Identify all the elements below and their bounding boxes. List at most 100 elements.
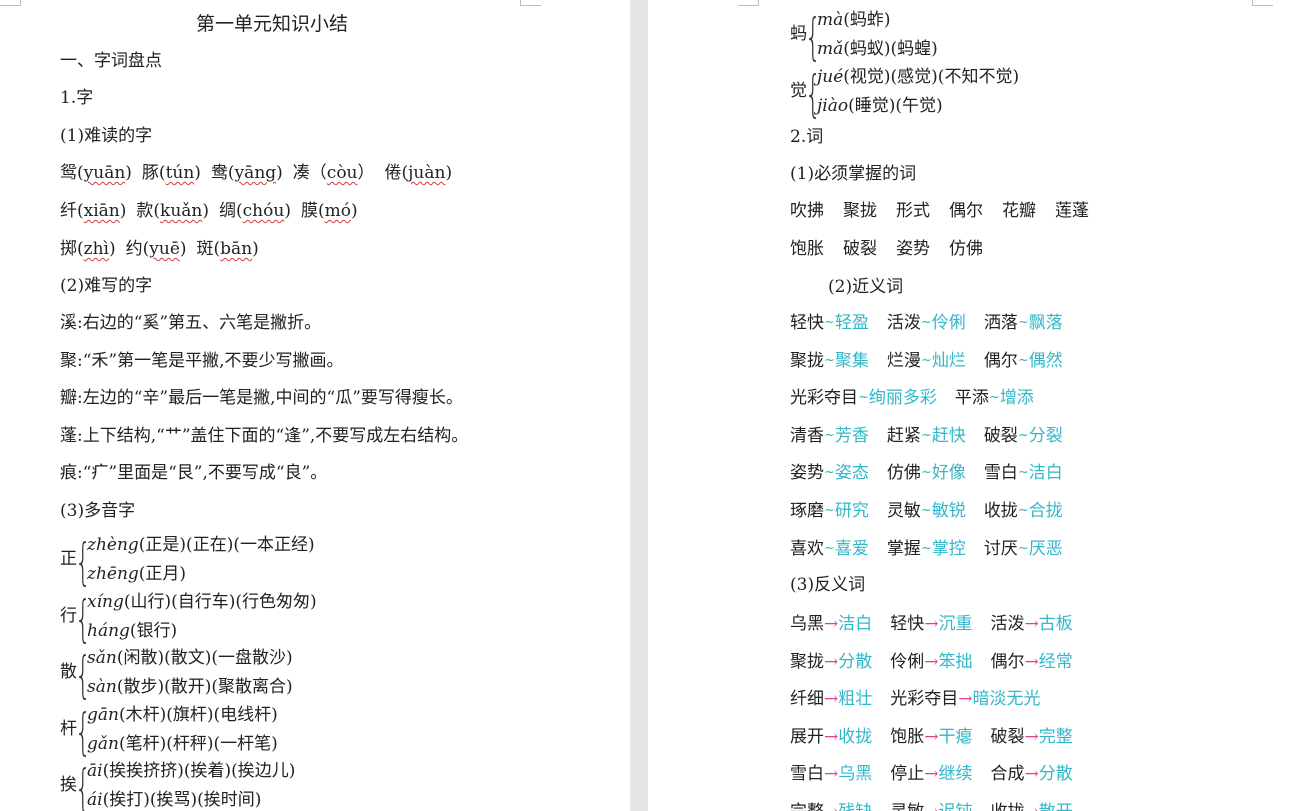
hard-read-item: 款(kuǎn) bbox=[136, 201, 209, 221]
word-pair: 偶尔→经常 bbox=[991, 652, 1073, 672]
pinyin-text: kuǎn bbox=[160, 201, 203, 221]
word-pair: 轻快~轻盈 bbox=[790, 313, 869, 333]
arrow-symbol: → bbox=[924, 764, 939, 785]
word-pair: 光彩夺目~绚丽多彩 bbox=[790, 388, 937, 408]
part-heading: (1)必须掌握的词 bbox=[790, 164, 917, 184]
word-text: 活泼 bbox=[990, 614, 1025, 634]
arrow-symbol: → bbox=[1024, 614, 1039, 634]
arrow-symbol: → bbox=[1024, 726, 1039, 747]
related-word-text: 古板 bbox=[1038, 614, 1073, 634]
tilde-symbol: ~ bbox=[824, 352, 835, 368]
tilde-symbol: ~ bbox=[824, 315, 835, 330]
pinyin-text: xíng bbox=[87, 591, 124, 612]
reading-row: jiào(睡觉)(午觉) bbox=[817, 95, 943, 117]
word-item: 仿佛 bbox=[949, 238, 983, 259]
reading-row: āi(挨挨挤挤)(挨着)(挨边儿) bbox=[87, 760, 295, 782]
word-pair: 平添~增添 bbox=[955, 388, 1034, 408]
related-word-text: 洁白 bbox=[1028, 463, 1063, 484]
reading-row: ái(挨打)(挨骂)(挨时间) bbox=[87, 789, 261, 811]
part-heading: (1)难读的字 bbox=[60, 126, 153, 146]
word-pair: 破裂~分裂 bbox=[984, 426, 1063, 446]
word-item: 聚拢 bbox=[843, 201, 877, 221]
paren-text: ） bbox=[357, 163, 375, 183]
pinyin-text: xiān bbox=[83, 201, 120, 221]
reading-row: sàn(散步)(散开)(聚散离合) bbox=[87, 676, 293, 698]
tilde-symbol: ~ bbox=[1017, 540, 1029, 556]
related-word-text: 残缺 bbox=[838, 802, 872, 811]
related-word-text: 乌黑 bbox=[838, 764, 873, 785]
pair-row: 乌黑→洁白 轻快→沉重 活泼→古板 bbox=[790, 613, 1091, 635]
word-pair: 停止→继续 bbox=[890, 764, 972, 784]
hard-read-item: 倦(juàn) bbox=[385, 163, 453, 183]
part-heading: (2)近义词 bbox=[828, 277, 904, 297]
crop-mark bbox=[0, 0, 21, 6]
related-word-text: 增添 bbox=[999, 388, 1034, 409]
related-word-text: 姿态 bbox=[834, 463, 869, 484]
pair-row: 雪白→乌黑 停止→继续 合成→分散 bbox=[790, 763, 1091, 785]
related-word-text: 散开 bbox=[1039, 802, 1073, 811]
polyphone-group: 正{zhèng(正是)(正在)(一本正经) zhēng(正月) bbox=[60, 534, 440, 592]
tilde-symbol: ~ bbox=[1017, 352, 1029, 368]
pair-row: 聚拢→分散 伶俐→笨拙 偶尔→经常 bbox=[790, 651, 1091, 673]
word-text: 琢磨 bbox=[790, 501, 824, 521]
word-text: 伶俐 bbox=[890, 651, 925, 672]
arrow-symbol: → bbox=[824, 651, 839, 672]
page-gutter bbox=[630, 0, 648, 811]
word-text: 偶尔 bbox=[983, 350, 1018, 371]
char-text: 斑( bbox=[196, 239, 221, 259]
related-word-text: 赶快 bbox=[931, 425, 966, 446]
polyphone-group: 觉{jué(视觉)(感觉)(不知不觉) jiào(睡觉)(午觉) bbox=[790, 66, 1170, 124]
arrow-symbol: → bbox=[924, 802, 938, 811]
hard-read-item: 斑(bān) bbox=[197, 239, 259, 259]
pinyin-text: mà bbox=[817, 10, 844, 30]
related-word-text: 分裂 bbox=[1028, 425, 1063, 446]
word-row: 吹拂 聚拢 形式 偶尔 花瓣 莲蓬 bbox=[790, 200, 1108, 222]
tilde-symbol: ~ bbox=[858, 390, 869, 406]
tilde-symbol: ~ bbox=[920, 427, 932, 443]
word-text: 轻快 bbox=[790, 313, 824, 333]
pinyin-text: còu bbox=[326, 163, 358, 183]
char-text: 掷( bbox=[60, 239, 84, 259]
tilde-symbol: ~ bbox=[1017, 465, 1029, 481]
arrow-symbol: → bbox=[824, 614, 839, 634]
words-text: (蚂蚁)(蚂蝗) bbox=[843, 39, 938, 59]
word-pair: 收拢→散开 bbox=[991, 802, 1073, 811]
words-text: (睡觉)(午觉) bbox=[848, 95, 943, 116]
tilde-symbol: ~ bbox=[920, 352, 932, 368]
word-text: 喜欢 bbox=[790, 538, 824, 559]
word-pair: 聚拢~聚集 bbox=[790, 351, 869, 371]
related-word-text: 经常 bbox=[1038, 651, 1073, 672]
reading-row: gǎn(笔杆)(杆秤)(一杆笔) bbox=[87, 733, 278, 755]
paren-text: ) bbox=[276, 163, 283, 183]
word-pair: 展开→收拢 bbox=[790, 727, 872, 747]
paren-text: ) bbox=[179, 239, 187, 259]
char-text: 纤( bbox=[60, 201, 84, 221]
char-text: 豚( bbox=[141, 163, 166, 183]
tilde-symbol: ~ bbox=[920, 540, 932, 556]
tilde-symbol: ~ bbox=[988, 390, 1000, 406]
related-word-text: 芳香 bbox=[834, 425, 869, 446]
paren-text: ) bbox=[350, 201, 358, 221]
word-item: 破裂 bbox=[843, 238, 877, 259]
related-word-text: 笨拙 bbox=[938, 651, 973, 672]
reading-row: jué(视觉)(感觉)(不知不觉) bbox=[817, 66, 1019, 88]
related-word-text: 洁白 bbox=[838, 614, 873, 634]
char-text: 款( bbox=[136, 201, 161, 221]
paren-text: ) bbox=[119, 201, 127, 221]
word-text: 聚拢 bbox=[790, 651, 824, 672]
word-text: 饱胀 bbox=[890, 726, 925, 747]
word-pair: 偶尔~偶然 bbox=[984, 351, 1063, 371]
arrow-symbol: → bbox=[1024, 651, 1039, 672]
pinyin-text: mǎ bbox=[817, 39, 844, 59]
part-heading: (2)难写的字 bbox=[60, 276, 153, 296]
arrow-symbol: → bbox=[924, 614, 939, 634]
pair-row: 完整→残缺灵敏→迟钝收拢→散开 bbox=[790, 801, 1091, 811]
pinyin-text: gān bbox=[87, 704, 119, 725]
word-text: 乌黑 bbox=[790, 614, 824, 634]
polyphone-group: 蚂{mà(蚂蚱) mǎ(蚂蚁)(蚂蝗) bbox=[790, 9, 1170, 67]
part-heading: (3)多音字 bbox=[60, 501, 136, 521]
hard-write-item: 蓬:上下结构,“艹”盖住下面的“逢”,不要写成左右结构。 bbox=[60, 425, 469, 446]
related-word-text: 偶然 bbox=[1028, 350, 1063, 371]
word-text: 光彩夺目 bbox=[790, 388, 858, 409]
hard-read-item: 绸(chóu) bbox=[219, 201, 291, 221]
